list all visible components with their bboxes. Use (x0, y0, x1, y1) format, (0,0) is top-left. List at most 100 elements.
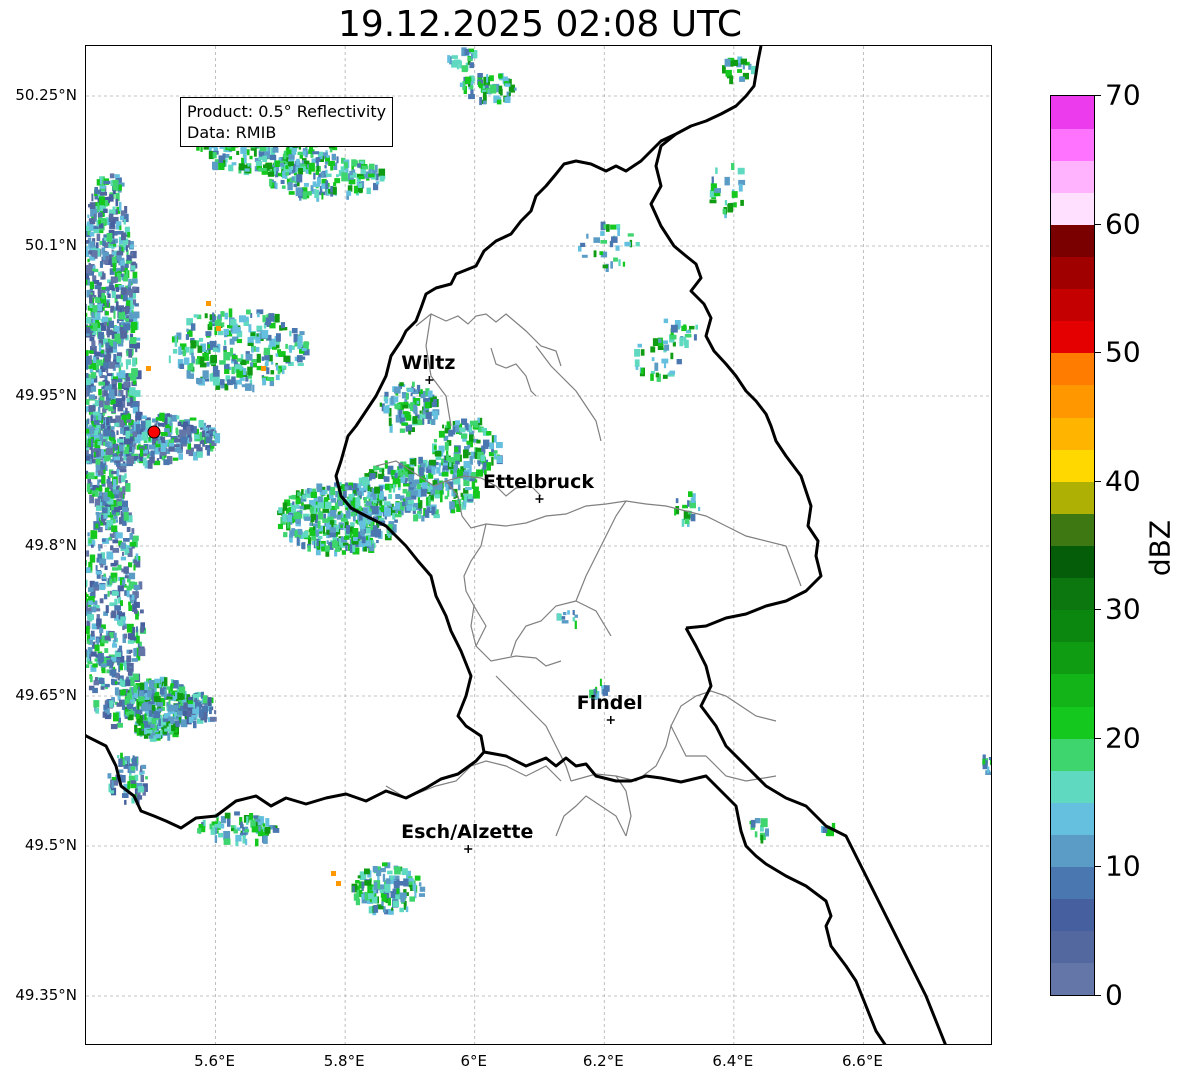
echo-cell (729, 75, 734, 85)
echo-cell (130, 677, 135, 686)
echo-cell (330, 185, 334, 193)
echo-cell (111, 591, 119, 596)
echo-cell (640, 349, 645, 356)
echo-cell (108, 254, 113, 260)
echo-cell (344, 486, 349, 491)
echo-cell (168, 446, 175, 452)
echo-cell (106, 300, 109, 308)
echo-cell (105, 605, 109, 613)
echo-cell (140, 415, 147, 420)
echo-cell (107, 447, 114, 455)
echo-cell (98, 677, 105, 684)
echo-cell (164, 677, 168, 687)
echo-cell (164, 728, 169, 732)
echo-cell (100, 686, 105, 690)
echo-cell (317, 507, 320, 513)
echo-cell (307, 545, 311, 552)
lat-label: 49.95°N (15, 386, 77, 404)
echo-cell (367, 485, 370, 491)
echo-cell (109, 578, 113, 585)
echo-cell (144, 713, 147, 720)
echo-cell (379, 500, 382, 506)
echo-cell (140, 420, 146, 429)
echo-cell (131, 278, 138, 284)
echo-cell (86, 221, 90, 226)
echo-cell (196, 451, 203, 458)
echo-cell (670, 352, 674, 360)
echo-cell (206, 361, 210, 367)
echo-cell (175, 691, 178, 700)
echo-cell (275, 374, 280, 381)
echo-cell (165, 696, 173, 700)
echo-cell (609, 240, 614, 248)
echo-cell (732, 59, 738, 66)
colorbar-segment (1051, 641, 1094, 675)
echo-cell (86, 428, 90, 434)
colorbar-segment (1051, 577, 1094, 611)
echo-cell (93, 420, 100, 425)
echo-cell (94, 644, 100, 652)
echo-cell (190, 340, 197, 349)
echo-cell (94, 187, 98, 194)
echo-cell (317, 511, 324, 520)
echo-cell (112, 547, 120, 553)
echo-cell (123, 382, 130, 388)
echo-cell (990, 759, 991, 766)
echo-cell (388, 417, 392, 426)
echo-cell (95, 450, 100, 458)
echo-cell (131, 757, 138, 767)
echo-cell (162, 413, 165, 422)
echo-cell-strong (331, 871, 336, 876)
echo-cell (340, 524, 343, 528)
echo-cell (610, 261, 613, 269)
echo-cell (236, 338, 243, 344)
echo-cell (460, 492, 464, 497)
echo-cell (416, 483, 421, 490)
echo-cell (263, 347, 271, 355)
echo-cell (90, 530, 98, 539)
echo-cell (105, 342, 110, 348)
echo-cell (118, 758, 123, 767)
echo-cell (250, 332, 255, 336)
echo-cell (197, 345, 203, 353)
echo-cell (126, 585, 132, 591)
echo-cell (119, 308, 122, 313)
echo-cell (692, 493, 696, 498)
echo-cell (86, 312, 88, 317)
echo-cell (352, 886, 355, 893)
echo-cell (172, 349, 178, 354)
echo-cell (152, 418, 156, 423)
echo-cell (405, 414, 412, 421)
echo-cell (724, 58, 731, 67)
echo-cell (129, 244, 134, 249)
echo-cell (87, 478, 92, 484)
echo-cell (202, 370, 209, 379)
echo-cell (297, 342, 302, 350)
echo-cell (360, 169, 366, 175)
lat-label: 50.1°N (24, 236, 77, 254)
echo-cell (461, 496, 465, 501)
echo-cell (185, 334, 189, 340)
echo-cell (98, 331, 104, 340)
echo-cell (113, 632, 117, 642)
echo-cell (140, 723, 145, 729)
echo-cell (624, 241, 631, 247)
echo-cell (262, 155, 267, 162)
echo-cell (214, 320, 222, 327)
echo-cell (104, 648, 109, 653)
echo-cell (122, 579, 126, 587)
echo-cell (451, 55, 458, 59)
radar-map[interactable]: Product: 0.5° Reflectivity Data: RMIB (85, 45, 992, 1045)
echo-cell (380, 176, 386, 180)
echo-cell (98, 196, 105, 206)
echo-cell (126, 649, 130, 654)
echo-cell (308, 169, 312, 175)
echo-cell (294, 175, 297, 182)
echo-cell (681, 325, 687, 332)
echo-cell (486, 462, 491, 471)
echo-cell (209, 373, 213, 382)
echo-cell (384, 883, 391, 893)
echo-cell (655, 372, 659, 378)
echo-cell (251, 347, 254, 353)
echo-cell (401, 422, 409, 426)
